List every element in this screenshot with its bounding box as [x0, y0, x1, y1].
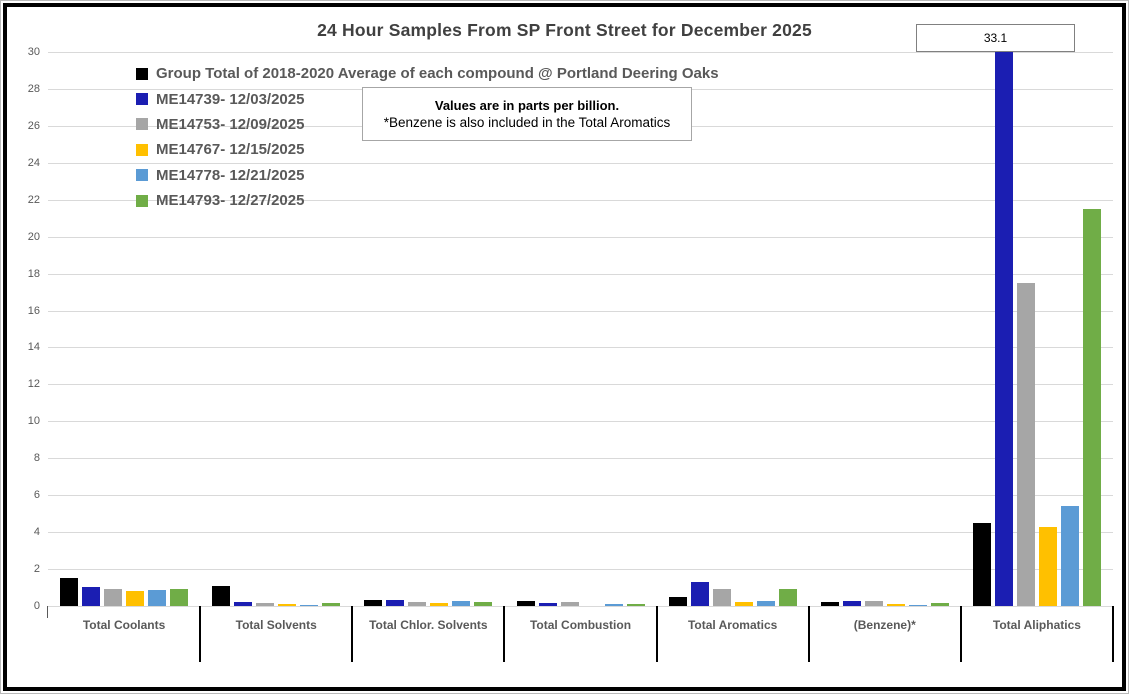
- bar-me14793--cat4: [778, 589, 797, 606]
- bar-me14753--cat0: [104, 589, 123, 606]
- bar-me14793--cat2: [474, 602, 493, 606]
- note-box: Values are in parts per billion. *Benzen…: [362, 87, 692, 141]
- bar-me14767--cat6: [1038, 526, 1057, 606]
- data-label-box: 33.1: [916, 24, 1075, 52]
- note-line-1: Values are in parts per billion.: [434, 98, 620, 113]
- note-line-2: *Benzene is also included in the Total A…: [383, 115, 671, 130]
- bar-me14739--cat2: [386, 600, 405, 606]
- bar-me14739--cat4: [690, 581, 709, 606]
- bar-me14739--cat5: [842, 601, 861, 606]
- bar-me14753--cat4: [712, 589, 731, 606]
- bar-me14739--cat1: [234, 602, 253, 606]
- bar-me14778--cat5: [908, 605, 927, 606]
- bar-me14767--cat4: [734, 602, 753, 606]
- bar-me14767--cat1: [278, 604, 297, 606]
- data-label-value: 33.1: [983, 31, 1008, 45]
- bar-group-cat4: [668, 596, 687, 606]
- bar-me14778--cat1: [300, 605, 319, 606]
- bar-me14778--cat2: [452, 601, 471, 606]
- bar-me14767--cat5: [886, 604, 905, 606]
- bar-group-cat1: [212, 585, 231, 606]
- bar-group-cat0: [60, 578, 79, 606]
- bar-me14753--cat6: [1016, 282, 1035, 606]
- bar-me14793--cat1: [322, 603, 341, 606]
- bar-me14793--cat0: [170, 589, 189, 606]
- bar-group-cat5: [820, 602, 839, 606]
- bar-group-cat3: [516, 601, 535, 606]
- bar-me14753--cat2: [408, 602, 427, 606]
- bar-me14753--cat1: [256, 603, 275, 606]
- bar-me14793--cat6: [1082, 208, 1101, 606]
- bar-me14793--cat3: [626, 604, 645, 606]
- chart-canvas: 24 Hour Samples From SP Front Street for…: [0, 0, 1129, 694]
- bar-me14739--cat0: [82, 586, 101, 606]
- bar-me14767--cat0: [126, 591, 145, 606]
- bar-me14778--cat4: [756, 601, 775, 606]
- bar-me14739--cat6: [994, 52, 1013, 606]
- bar-group-cat2: [364, 600, 383, 606]
- bar-me14778--cat0: [148, 590, 167, 606]
- bar-me14739--cat3: [538, 603, 557, 606]
- bar-me14778--cat6: [1060, 506, 1079, 606]
- bar-me14793--cat5: [930, 603, 949, 606]
- bar-group-cat6: [972, 522, 991, 606]
- bar-me14753--cat5: [864, 601, 883, 606]
- bar-me14753--cat3: [560, 602, 579, 606]
- bar-me14767--cat2: [430, 603, 449, 606]
- bar-me14778--cat3: [604, 604, 623, 606]
